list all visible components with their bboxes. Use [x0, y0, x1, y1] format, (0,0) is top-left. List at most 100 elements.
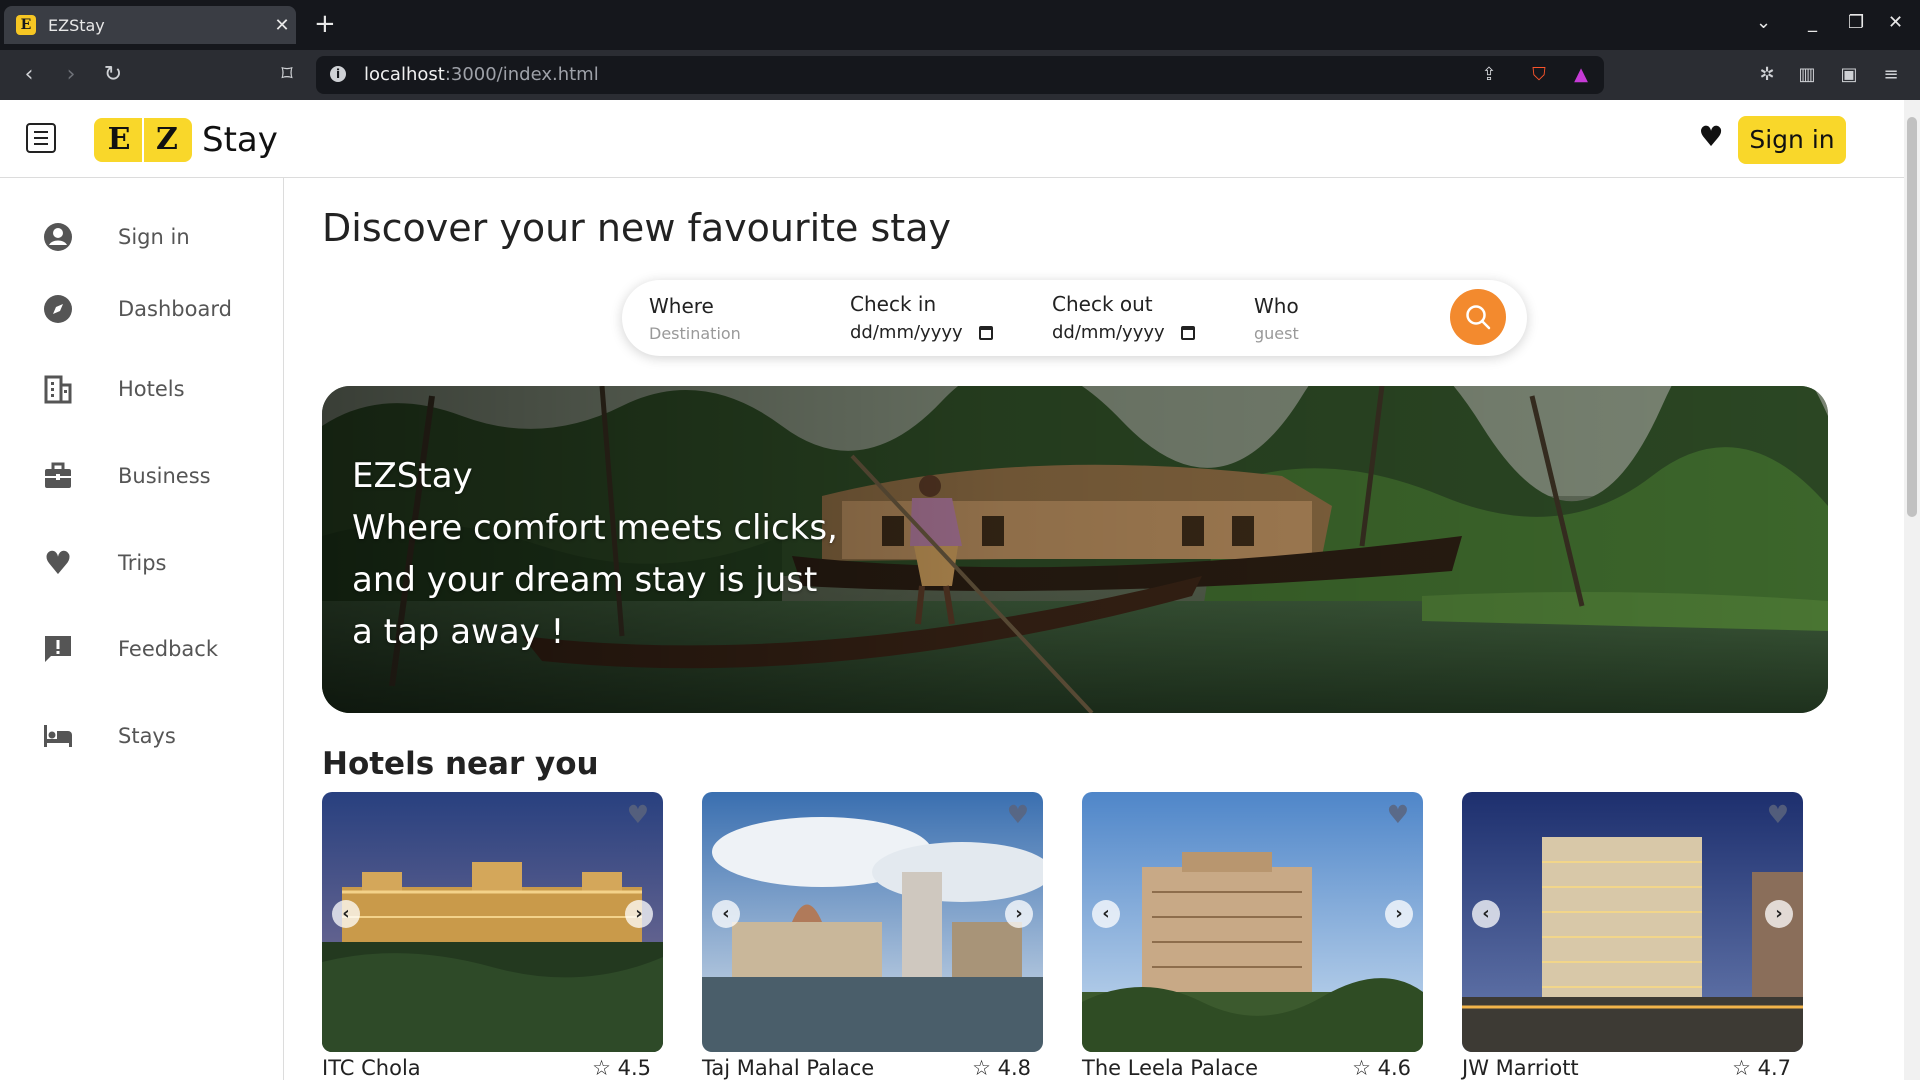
- hero-line: and your dream stay is just: [352, 560, 818, 600]
- checkin-date-input[interactable]: dd/mm/yyyy: [850, 322, 993, 343]
- site-header: E Z Stay ♥ Sign in: [0, 100, 1904, 178]
- header-signin-button[interactable]: Sign in: [1738, 116, 1846, 164]
- share-icon[interactable]: ⇪: [1476, 62, 1502, 88]
- reload-icon[interactable]: ↻: [98, 60, 128, 90]
- rating-value: 4.7: [1757, 1056, 1791, 1080]
- next-image-chevron-icon[interactable]: ›: [625, 900, 653, 928]
- hotel-image[interactable]: ♥ ‹ ›: [1462, 792, 1803, 1052]
- feedback-icon: [42, 633, 74, 665]
- hamburger-menu-icon[interactable]: [26, 123, 56, 153]
- where-field[interactable]: Where Destination: [649, 294, 741, 343]
- compass-icon: [42, 293, 74, 325]
- sidebar-item-stays[interactable]: Stays: [0, 711, 284, 761]
- hotel-name[interactable]: JW Marriott: [1462, 1056, 1579, 1080]
- rating-value: 4.5: [617, 1056, 651, 1080]
- hotel-name[interactable]: Taj Mahal Palace: [702, 1056, 874, 1080]
- hero-brand: EZStay: [352, 456, 473, 496]
- hotel-image[interactable]: ♥ ‹ ›: [1082, 792, 1423, 1052]
- sidebar-item-sign-in[interactable]: Sign in: [0, 212, 284, 262]
- new-tab-button[interactable]: +: [314, 10, 336, 38]
- building-icon: [42, 373, 74, 405]
- url-path: :3000/index.html: [444, 64, 599, 85]
- hotel-card-itc-chola[interactable]: ♥ ‹ › ITC Chola ☆ 4.5: [322, 792, 663, 1080]
- checkout-field[interactable]: Check out dd/mm/yyyy: [1052, 292, 1195, 343]
- who-field[interactable]: Who guest: [1254, 294, 1299, 343]
- briefcase-icon: [42, 460, 74, 492]
- sidebar-item-label: Hotels: [118, 377, 185, 401]
- browser-tab[interactable]: E EZStay ✕: [4, 6, 296, 44]
- hotel-rating: ☆ 4.8: [972, 1056, 1031, 1080]
- prev-image-chevron-icon[interactable]: ‹: [712, 900, 740, 928]
- hotel-name[interactable]: The Leela Palace: [1082, 1056, 1258, 1080]
- tab-list-chevron-icon[interactable]: ⌄: [1756, 12, 1771, 33]
- hero-line: Where comfort meets clicks,: [352, 508, 838, 548]
- account-circle-icon: [42, 221, 74, 253]
- guest-input[interactable]: guest: [1254, 324, 1299, 343]
- sidebar-item-feedback[interactable]: Feedback: [0, 624, 284, 674]
- scrollbar-thumb[interactable]: [1907, 117, 1917, 517]
- sidebar-item-hotels[interactable]: Hotels: [0, 364, 284, 414]
- sidebar: Sign in Dashboard Hotels Business ♥ Trip…: [0, 178, 284, 1080]
- tab-title: EZStay: [48, 15, 105, 35]
- hotel-card-taj-mahal-palace[interactable]: ♥ ‹ › Taj Mahal Palace ☆ 4.8: [702, 792, 1043, 1080]
- favorite-heart-icon[interactable]: ♥: [1385, 802, 1411, 828]
- hotel-name[interactable]: ITC Chola: [322, 1056, 421, 1080]
- hotel-image[interactable]: ♥ ‹ ›: [322, 792, 663, 1052]
- star-icon: ☆: [972, 1056, 991, 1080]
- brave-shield-icon[interactable]: ⛉: [1526, 62, 1552, 88]
- prev-image-chevron-icon[interactable]: ‹: [1472, 900, 1500, 928]
- tab-close-icon[interactable]: ✕: [268, 15, 296, 36]
- star-icon: ☆: [1352, 1056, 1371, 1080]
- checkin-date-value: dd/mm/yyyy: [850, 322, 963, 343]
- extensions-icon[interactable]: ✲: [1754, 62, 1780, 88]
- calendar-icon[interactable]: [978, 326, 993, 340]
- calendar-icon[interactable]: [1180, 326, 1195, 340]
- star-icon: ☆: [1732, 1056, 1751, 1080]
- next-image-chevron-icon[interactable]: ›: [1005, 900, 1033, 928]
- prev-image-chevron-icon[interactable]: ‹: [332, 900, 360, 928]
- wallet-icon[interactable]: ▣: [1836, 62, 1862, 88]
- next-image-chevron-icon[interactable]: ›: [1385, 900, 1413, 928]
- hotel-card-the-leela-palace[interactable]: ♥ ‹ › The Leela Palace ☆ 4.6: [1082, 792, 1423, 1080]
- site-info-icon[interactable]: i: [330, 66, 346, 82]
- logo-text: Stay: [202, 120, 278, 160]
- checkin-field[interactable]: Check in dd/mm/yyyy: [850, 292, 993, 343]
- favorite-heart-icon[interactable]: ♥: [1765, 802, 1791, 828]
- url-host: localhost: [364, 64, 445, 85]
- favorite-heart-icon[interactable]: ♥: [625, 802, 651, 828]
- prev-image-chevron-icon[interactable]: ‹: [1092, 900, 1120, 928]
- brave-rewards-icon[interactable]: ▲: [1568, 62, 1594, 88]
- logo[interactable]: E Z Stay: [94, 118, 278, 162]
- star-icon: ☆: [592, 1056, 611, 1080]
- window-close-icon[interactable]: ✕: [1888, 12, 1903, 33]
- checkout-date-input[interactable]: dd/mm/yyyy: [1052, 322, 1195, 343]
- logo-divider: [142, 118, 144, 162]
- hero-banner: EZStay Where comfort meets clicks, and y…: [322, 386, 1828, 713]
- search-bar: Where Destination Check in dd/mm/yyyy Ch…: [622, 280, 1527, 356]
- favorite-heart-icon[interactable]: ♥: [1005, 802, 1031, 828]
- sidebar-item-trips[interactable]: ♥ Trips: [0, 538, 284, 588]
- restore-icon[interactable]: ❐: [1848, 12, 1864, 33]
- browser-menu-icon[interactable]: ≡: [1878, 62, 1904, 88]
- rating-value: 4.6: [1377, 1056, 1411, 1080]
- destination-input[interactable]: Destination: [649, 324, 741, 343]
- search-button[interactable]: [1450, 289, 1506, 345]
- back-icon[interactable]: ‹: [14, 60, 44, 90]
- hero-tagline: EZStay Where comfort meets clicks, and y…: [352, 450, 838, 658]
- hotel-image[interactable]: ♥ ‹ ›: [702, 792, 1043, 1052]
- hotel-card-jw-marriott[interactable]: ♥ ‹ › JW Marriott ☆ 4.7: [1462, 792, 1803, 1080]
- sidebar-toggle-icon[interactable]: ▥: [1794, 62, 1820, 88]
- bookmark-icon[interactable]: ⌑: [272, 60, 302, 90]
- logo-mark: E Z: [94, 118, 192, 162]
- hotel-rating: ☆ 4.7: [1732, 1056, 1791, 1080]
- sidebar-item-dashboard[interactable]: Dashboard: [0, 284, 284, 334]
- sidebar-item-label: Business: [118, 464, 211, 488]
- heart-icon: ♥: [43, 544, 73, 582]
- next-image-chevron-icon[interactable]: ›: [1765, 900, 1793, 928]
- favorites-heart-icon[interactable]: ♥: [1696, 122, 1726, 152]
- forward-icon[interactable]: ›: [56, 60, 86, 90]
- minimize-icon[interactable]: _: [1808, 12, 1817, 33]
- sidebar-item-business[interactable]: Business: [0, 451, 284, 501]
- favicon-icon: E: [16, 15, 36, 35]
- search-icon: [1466, 305, 1491, 330]
